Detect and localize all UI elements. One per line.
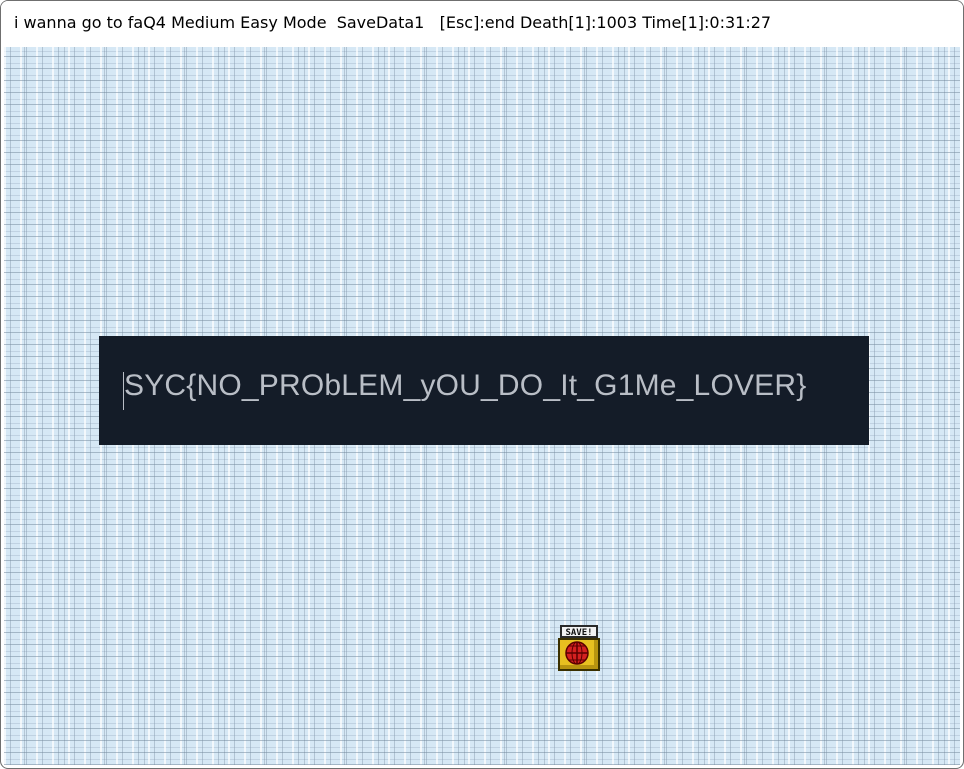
flag-text: SYC{NO_PRObLEM_yOU_DO_It_G1Me_LOVER}	[124, 369, 807, 402]
window-title: i wanna go to faQ4 Medium Easy Mode Save…	[14, 13, 772, 32]
save-point[interactable]: SAVE!	[558, 625, 600, 671]
flag-text-box: SYC{NO_PRObLEM_yOU_DO_It_G1Me_LOVER}	[99, 336, 869, 445]
title-bar[interactable]: i wanna go to faQ4 Medium Easy Mode Save…	[1, 1, 963, 47]
save-point-icon: SAVE!	[558, 625, 600, 671]
game-window: i wanna go to faQ4 Medium Easy Mode Save…	[0, 0, 964, 769]
game-canvas[interactable]: SYC{NO_PRObLEM_yOU_DO_It_G1Me_LOVER} SAV…	[4, 47, 960, 765]
save-label: SAVE!	[565, 628, 592, 638]
